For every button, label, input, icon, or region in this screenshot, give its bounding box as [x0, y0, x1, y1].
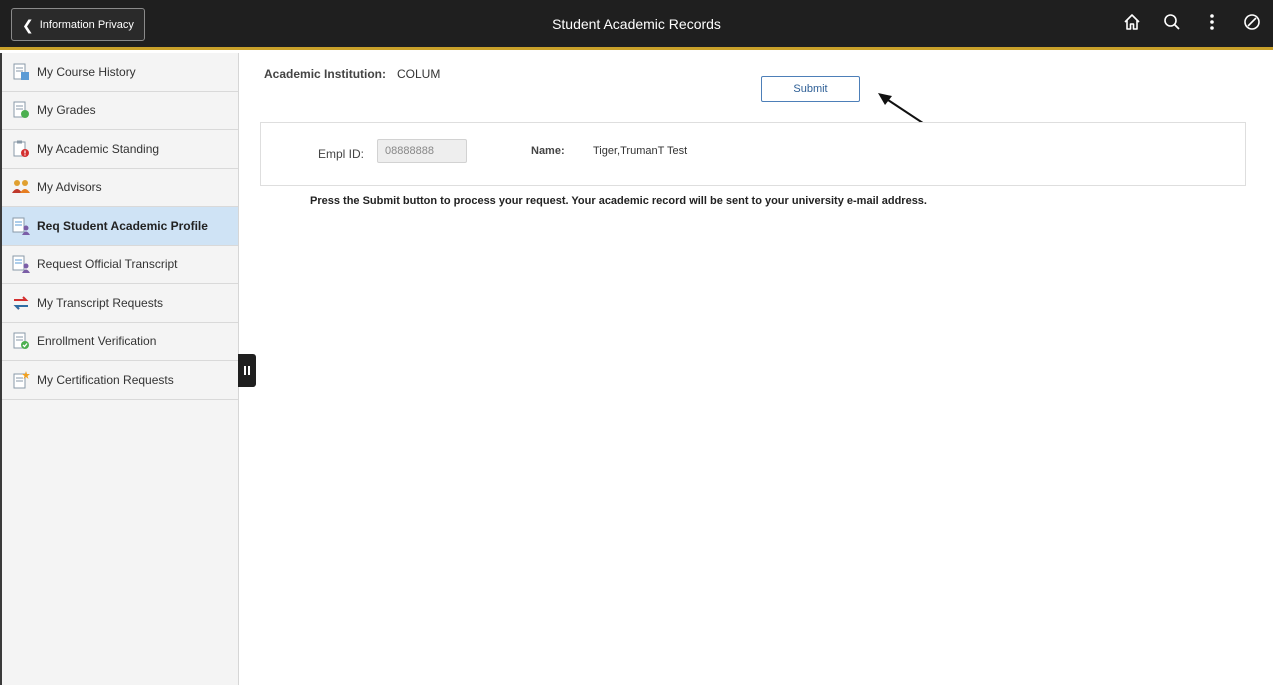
app-header: ❮ Information Privacy Student Academic R… — [0, 0, 1273, 50]
empl-id-label: Empl ID: — [318, 147, 365, 161]
pause-bar — [248, 366, 250, 375]
sidebar-item-course-history[interactable]: My Course History — [2, 53, 238, 92]
academic-profile-icon — [12, 217, 30, 235]
navbar-icon[interactable] — [1241, 11, 1263, 33]
sidebar-item-certification-requests[interactable]: My Certification Requests — [2, 361, 238, 400]
name-label: Name: — [531, 145, 565, 157]
course-history-icon — [13, 63, 29, 80]
transcript-requests-icon — [13, 296, 29, 310]
certification-requests-icon — [13, 370, 30, 389]
back-button[interactable]: ❮ Information Privacy — [11, 8, 145, 41]
institution-label: Academic Institution: — [264, 67, 387, 81]
enrollment-verification-icon — [13, 332, 29, 350]
sidebar-item-academic-standing[interactable]: My Academic Standing — [2, 130, 238, 169]
sidebar-item-req-student-academic-profile[interactable]: Req Student Academic Profile — [2, 207, 238, 246]
name-value: Tiger,TrumanT Test — [593, 145, 688, 157]
search-icon[interactable] — [1161, 11, 1183, 33]
sidebar-item-request-official-transcript[interactable]: Request Official Transcript — [2, 246, 238, 284]
sidebar-item-label: My Course History — [37, 64, 136, 79]
instruction-text: Press the Submit button to process your … — [310, 195, 927, 207]
sidebar-item-label: My Grades — [37, 103, 96, 118]
sidebar-item-label: My Advisors — [37, 180, 102, 195]
header-actions — [1121, 11, 1263, 33]
academic-standing-icon — [13, 140, 29, 157]
transcript-icon — [12, 255, 30, 274]
pause-bar — [244, 366, 246, 375]
sidebar-item-label: Request Official Transcript — [37, 257, 178, 272]
page-title: Student Academic Records — [552, 15, 721, 32]
sidebar-item-enrollment-verification[interactable]: Enrollment Verification — [2, 323, 238, 361]
submit-button[interactable]: Submit — [761, 76, 860, 102]
sidebar-item-label: My Transcript Requests — [37, 295, 164, 310]
sidebar-item-label: Req Student Academic Profile — [37, 218, 208, 233]
institution-value: COLUM — [397, 67, 441, 81]
home-icon[interactable] — [1121, 11, 1143, 33]
sidebar-item-label: My Academic Standing — [37, 141, 160, 156]
sidebar-item-grades[interactable]: My Grades — [2, 92, 238, 130]
advisors-icon — [12, 180, 30, 194]
sidebar: My Course History My Grades My Academic … — [0, 53, 239, 685]
grades-icon — [13, 101, 29, 119]
empl-id-field: 08888888 — [377, 139, 467, 163]
student-info-panel: Empl ID: 08888888 Name: Tiger,TrumanT Te… — [260, 122, 1246, 186]
sidebar-item-label: Enrollment Verification — [37, 334, 157, 349]
more-options-icon[interactable] — [1201, 11, 1223, 33]
sidebar-collapse-handle[interactable] — [238, 354, 256, 387]
sidebar-item-advisors[interactable]: My Advisors — [2, 169, 238, 207]
sidebar-item-label: My Certification Requests — [37, 372, 174, 387]
sidebar-item-transcript-requests[interactable]: My Transcript Requests — [2, 284, 238, 323]
back-button-label: Information Privacy — [39, 18, 134, 31]
chevron-left-icon: ❮ — [22, 16, 34, 33]
